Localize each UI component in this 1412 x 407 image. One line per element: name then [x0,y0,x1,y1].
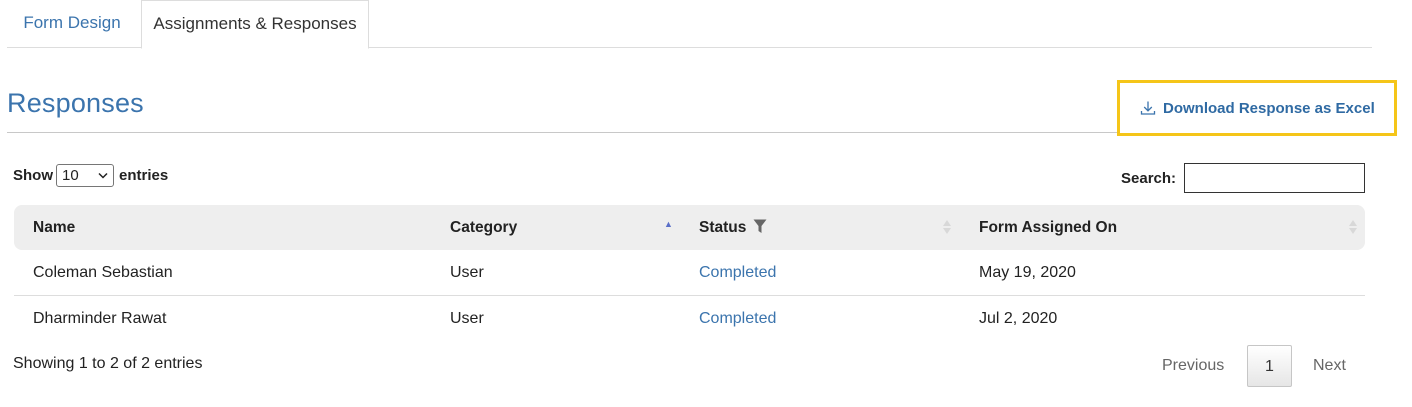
cell-assigned-on: Jul 2, 2020 [979,310,1058,327]
sort-icon [1349,218,1357,236]
download-highlight-box: Download Response as Excel [1117,80,1397,136]
cell-name: Coleman Sebastian [33,264,173,281]
table-header: Name Category ▲ Status Form Assigned On [14,205,1365,250]
cell-category: User [450,310,484,327]
tab-bar: Form Design Assignments & Responses [7,0,1372,49]
download-icon [1140,101,1156,115]
pagination: Previous 1 Next [1162,345,1362,387]
tab-assignments-responses[interactable]: Assignments & Responses [141,0,369,49]
chevron-down-icon [98,172,108,179]
entries-length-control: Show 10 entries [13,163,168,187]
page-title: Responses [7,88,144,118]
table-row: Dharminder Rawat User Completed Jul 2, 2… [14,296,1365,342]
next-page-button[interactable]: Next [1313,345,1346,387]
page-1-button[interactable]: 1 [1247,345,1292,387]
entries-label: entries [119,166,169,184]
column-header-name[interactable]: Name [33,205,75,250]
tab-form-design[interactable]: Form Design [7,0,137,48]
cell-name: Dharminder Rawat [33,310,167,327]
table-row: Coleman Sebastian User Completed May 19,… [14,250,1365,296]
previous-page-button[interactable]: Previous [1162,345,1224,387]
show-label: Show [13,166,53,184]
entries-select[interactable]: 10 [56,163,114,187]
responses-page: Form Design Assignments & Responses Resp… [0,0,1412,407]
search-input[interactable] [1184,163,1366,193]
table-info: Showing 1 to 2 of 2 entries [13,355,203,372]
column-header-form-assigned-on[interactable]: Form Assigned On [979,205,1117,250]
search-label: Search: [1121,169,1177,187]
cell-status-link[interactable]: Completed [699,250,776,296]
download-excel-label: Download Response as Excel [1163,99,1375,117]
cell-category: User [450,264,484,281]
column-header-status[interactable]: Status [699,205,767,250]
column-header-category[interactable]: Category [450,205,517,250]
sort-ascending-icon: ▲ [664,219,673,229]
filter-icon[interactable] [753,219,767,234]
search-control: Search: [1121,163,1366,193]
download-excel-button[interactable]: Download Response as Excel [1140,97,1375,119]
cell-status-link[interactable]: Completed [699,296,776,342]
cell-assigned-on: May 19, 2020 [979,264,1076,281]
column-header-status-label: Status [699,219,747,236]
sort-icon [943,218,951,236]
entries-select-value: 10 [62,166,79,184]
